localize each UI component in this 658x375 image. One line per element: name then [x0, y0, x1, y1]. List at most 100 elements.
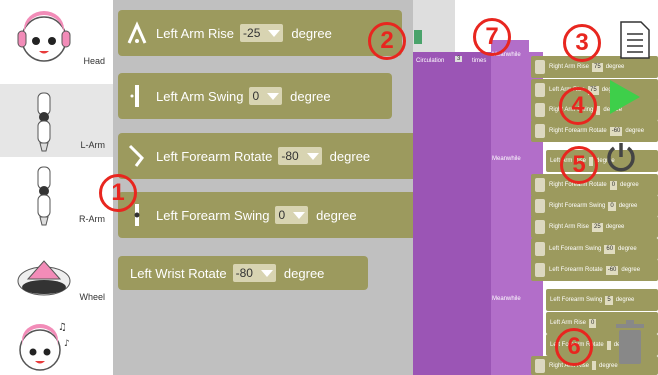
circulation-suffix: times: [472, 58, 487, 64]
joint-icon: [535, 358, 545, 373]
category-r-arm[interactable]: R-Arm: [0, 158, 113, 231]
block-label: Left Forearm Swing: [156, 207, 270, 223]
power-icon[interactable]: [604, 140, 638, 174]
joint-icon: [535, 83, 545, 97]
unit-label: degree: [316, 207, 357, 223]
chevron-down-icon: [293, 211, 306, 219]
value-dropdown[interactable]: 0: [275, 206, 309, 224]
dropdown-value: -80: [235, 266, 253, 280]
mini-block[interactable]: Left Forearm Rotate -60 degree: [531, 259, 658, 281]
mini-block-label: Right Arm Rise: [549, 224, 590, 230]
mini-block-unit: degree: [618, 246, 637, 252]
left-arm-icon: [37, 92, 51, 152]
forearm-rotate-icon: [128, 144, 144, 167]
mini-block-value[interactable]: 0: [608, 201, 616, 211]
mini-block[interactable]: Right Forearm Rotate 0 degree: [531, 174, 658, 196]
joint-icon: [535, 103, 545, 117]
mini-block-label: Right Arm Rise: [549, 64, 590, 70]
value-dropdown[interactable]: -80: [232, 264, 276, 282]
mini-block-value[interactable]: -60: [609, 126, 623, 136]
mini-block-value[interactable]: 75: [592, 62, 603, 72]
mini-block-value[interactable]: 0: [589, 318, 597, 328]
block-flyout: [113, 0, 413, 375]
mini-block-value[interactable]: -60: [605, 265, 619, 275]
right-arm-icon: [37, 166, 51, 226]
category-label: Head: [83, 56, 105, 66]
mini-block-unit: degree: [618, 203, 638, 209]
annotation-7: 7: [473, 18, 511, 56]
arm-swing-icon: [130, 85, 139, 107]
trash-icon[interactable]: [612, 318, 648, 366]
play-icon[interactable]: [608, 78, 642, 116]
category-wheel[interactable]: Wheel: [0, 236, 113, 309]
block-label: Left Arm Rise: [156, 25, 235, 41]
mini-block[interactable]: Right Forearm Rotate -60 degree: [531, 120, 658, 142]
category-l-arm[interactable]: L-Arm: [0, 84, 113, 157]
dropdown-value: -25: [243, 26, 261, 40]
category-label: Wheel: [79, 292, 105, 302]
unit-label: degree: [329, 148, 371, 164]
mini-block-unit: degree: [625, 128, 645, 134]
annotation-2: 2: [368, 22, 406, 60]
joint-icon: [535, 124, 545, 138]
category-label: R-Arm: [79, 214, 105, 224]
unit-label: degree: [291, 25, 332, 41]
mini-block[interactable]: Left Forearm Swing 60 degree: [531, 238, 658, 260]
value-dropdown[interactable]: -80: [278, 147, 322, 165]
mini-block-unit: degree: [620, 182, 639, 188]
dropdown-value: -80: [281, 149, 299, 163]
unit-label: degree: [290, 88, 331, 104]
left-wrist-rotate-block[interactable]: Left Wrist Rotate -80 degree: [118, 256, 368, 290]
wheel-icon: [17, 260, 71, 296]
meanwhile-label: Meanwhile: [492, 296, 521, 302]
circulation-block[interactable]: [413, 52, 493, 375]
value-dropdown[interactable]: 0: [249, 87, 283, 105]
joint-icon: [535, 220, 545, 234]
mini-block-value[interactable]: 60: [604, 244, 616, 254]
mini-block-unit: degree: [615, 297, 635, 303]
left-forearm-swing-block[interactable]: Left Forearm Swing 0 degree: [118, 192, 423, 238]
mini-block-value[interactable]: 0: [609, 180, 618, 190]
mini-block-unit: degree: [621, 267, 641, 273]
block-label: Left Arm Swing: [156, 88, 244, 104]
dropdown-value: 0: [252, 89, 260, 103]
mini-block[interactable]: Left Forearm Swing 5 degree: [546, 289, 658, 311]
dropdown-value: 0: [278, 208, 286, 222]
joint-icon: [535, 199, 545, 213]
document-icon[interactable]: [619, 20, 651, 60]
circulation-label: Circulation: [416, 58, 445, 64]
mini-block-label: Left Forearm Swing: [549, 246, 602, 252]
category-music[interactable]: ♫ ♪: [0, 309, 113, 375]
meanwhile-block[interactable]: [491, 40, 529, 375]
left-arm-rise-block[interactable]: Left Arm Rise -25 degree: [118, 10, 402, 56]
arm-rise-icon: [127, 21, 147, 44]
category-sidebar: Head L-Arm R-Arm Wheel ♫ ♪: [0, 0, 113, 375]
mini-block[interactable]: Right Forearm Swing 0 degree: [531, 195, 658, 217]
mini-block[interactable]: Right Arm Rise 25 degree: [531, 216, 658, 238]
left-arm-swing-block[interactable]: Left Arm Swing 0 degree: [118, 73, 392, 119]
mini-block-unit: degree: [605, 224, 625, 230]
value-dropdown[interactable]: -25: [240, 24, 284, 42]
left-forearm-rotate-block[interactable]: Left Forearm Rotate -80 degree: [118, 133, 430, 179]
circulation-count[interactable]: 3: [455, 56, 463, 62]
category-head[interactable]: Head: [0, 0, 113, 73]
mini-block-label: Left Arm Rise: [550, 320, 587, 326]
annotation-3: 3: [563, 24, 601, 62]
music-head-icon: ♫ ♪: [19, 322, 70, 371]
annotation-1: 1: [99, 174, 137, 212]
mini-block-unit: degree: [605, 64, 625, 70]
chevron-down-icon: [268, 29, 281, 37]
mini-block-value[interactable]: [606, 340, 611, 350]
mini-block-label: Left Forearm Rotate: [549, 267, 603, 273]
joint-icon: [535, 242, 545, 256]
joint-icon: [535, 60, 545, 74]
joint-icon: [535, 178, 545, 192]
chevron-down-icon: [306, 152, 319, 160]
category-label: L-Arm: [80, 140, 106, 150]
joint-icon: [535, 263, 545, 277]
unit-label: degree: [283, 265, 325, 281]
mini-block-value[interactable]: 25: [592, 222, 603, 232]
mini-block-value[interactable]: 5: [605, 295, 613, 305]
block-label: Left Wrist Rotate: [130, 265, 227, 281]
mini-block-value[interactable]: [592, 361, 597, 370]
